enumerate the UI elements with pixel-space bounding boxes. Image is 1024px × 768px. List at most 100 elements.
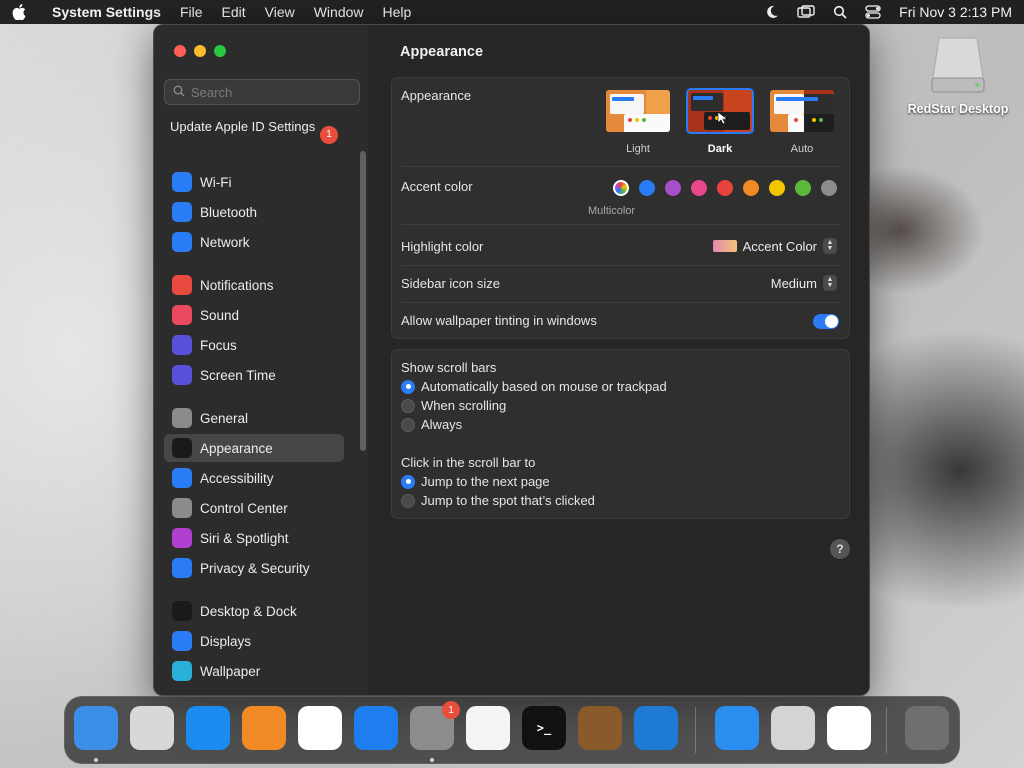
radio-label: Jump to the next page <box>421 474 550 489</box>
radio-button[interactable] <box>401 379 415 394</box>
garageband-icon[interactable] <box>578 706 622 750</box>
menu-app-name[interactable]: System Settings <box>52 4 161 20</box>
radio-scroll-always[interactable]: Always <box>401 417 462 432</box>
desktop-drive[interactable]: RedStar Desktop <box>900 34 1016 116</box>
accent-multicolor-swatch[interactable] <box>613 180 629 196</box>
safari-icon[interactable] <box>186 706 230 750</box>
wifi-icon <box>172 172 192 192</box>
appearance-icon <box>172 438 192 458</box>
chrome-icon[interactable] <box>298 706 342 750</box>
hand-icon <box>172 558 192 578</box>
photos-icon[interactable] <box>827 706 871 750</box>
sidebar-item-network[interactable]: Network <box>164 228 344 256</box>
finder-icon[interactable] <box>74 706 118 750</box>
minimize-button[interactable] <box>194 45 206 57</box>
search-input[interactable] <box>191 84 351 100</box>
sidebar-item-displays[interactable]: Displays <box>164 627 344 655</box>
gear-icon <box>172 408 192 428</box>
accent-color-swatch[interactable] <box>821 180 837 196</box>
accent-color-swatch[interactable] <box>769 180 785 196</box>
sidebar-item-screen-time[interactable]: Screen Time <box>164 361 344 389</box>
radio-label: Always <box>421 417 463 432</box>
sidebar-item-general[interactable]: General <box>164 404 344 432</box>
terminal-icon[interactable]: >_ <box>522 706 566 750</box>
sidebar-item-label: Accessibility <box>200 470 274 486</box>
highlight-color-value: Accent Color <box>742 238 817 254</box>
sidebar-item-sound[interactable]: Sound <box>164 301 344 329</box>
control-center-icon[interactable] <box>865 5 881 19</box>
dock-icon <box>172 601 192 621</box>
vscode-icon[interactable] <box>634 706 678 750</box>
menu-window[interactable]: Window <box>314 4 364 20</box>
sidebar-icon-size-label: Sidebar icon size <box>401 276 500 291</box>
trash-icon[interactable] <box>905 706 949 750</box>
sidebar-item-label: Sound <box>200 307 240 323</box>
appearance-option-dark[interactable]: Dark <box>684 88 756 155</box>
sidebar-scrollbar[interactable] <box>360 151 366 451</box>
close-button[interactable] <box>174 45 186 57</box>
highlight-color-label: Highlight color <box>401 239 484 254</box>
preview-icon[interactable] <box>771 706 815 750</box>
apple-id-update-label: Update Apple ID Settings <box>170 119 316 134</box>
accent-color-swatch[interactable] <box>639 180 655 196</box>
firefox-icon[interactable] <box>242 706 286 750</box>
textedit-icon[interactable] <box>466 706 510 750</box>
wallpaper-tinting-toggle[interactable] <box>813 314 839 329</box>
sidebar-item-siri-spotlight[interactable]: Siri & Spotlight <box>164 524 344 552</box>
accent-color-picker <box>613 180 837 196</box>
divider <box>401 302 840 303</box>
sidebar-item-bluetooth[interactable]: Bluetooth <box>164 198 344 226</box>
sidebar-item-desktop-dock[interactable]: Desktop & Dock <box>164 597 344 625</box>
menu-file[interactable]: File <box>180 4 203 20</box>
accent-color-swatch[interactable] <box>665 180 681 196</box>
dark-mode-thumbnail <box>686 88 754 134</box>
screen-mirroring-icon[interactable] <box>797 5 815 19</box>
sidebar-item-focus[interactable]: Focus <box>164 331 344 359</box>
menubar-clock[interactable]: Fri Nov 3 2:13 PM <box>899 4 1012 20</box>
zoom-button[interactable] <box>214 45 226 57</box>
spotlight-search-icon[interactable] <box>833 5 847 19</box>
radio-button[interactable] <box>401 398 415 413</box>
radio-jump-next-page[interactable]: Jump to the next page <box>401 474 550 489</box>
menu-bar: System Settings File Edit View Window He… <box>0 0 1024 24</box>
radio-button[interactable] <box>401 474 415 489</box>
menu-view[interactable]: View <box>265 4 295 20</box>
apple-id-update-item[interactable]: Update Apple ID Settings 1 <box>170 119 340 144</box>
system-settings-window: Update Apple ID Settings 1 Wi-Fi Bluetoot… <box>153 24 870 696</box>
divider <box>401 166 840 167</box>
sidebar-item-accessibility[interactable]: Accessibility <box>164 464 344 492</box>
menu-edit[interactable]: Edit <box>222 4 246 20</box>
bluetooth-icon <box>172 202 192 222</box>
appearance-option-light[interactable]: Light <box>602 88 674 155</box>
accent-color-swatch[interactable] <box>691 180 707 196</box>
sidebar-item-wi-fi[interactable]: Wi-Fi <box>164 168 344 196</box>
sidebar-icon-size-popup[interactable]: Medium ▲ ▼ <box>771 275 837 291</box>
apple-menu-icon[interactable] <box>12 4 40 20</box>
menu-help[interactable]: Help <box>383 4 412 20</box>
radio-button[interactable] <box>401 417 415 432</box>
keynote-icon[interactable] <box>715 706 759 750</box>
focus-moon-icon[interactable] <box>765 5 779 19</box>
auto-mode-thumbnail <box>768 88 836 134</box>
divider <box>401 265 840 266</box>
sun-icon <box>172 631 192 651</box>
sidebar-item-privacy-security[interactable]: Privacy & Security <box>164 554 344 582</box>
radio-jump-to-spot[interactable]: Jump to the spot that’s clicked <box>401 493 595 508</box>
highlight-color-popup[interactable]: Accent Color ▲ ▼ <box>712 238 837 254</box>
launchpad-icon[interactable] <box>130 706 174 750</box>
sidebar-item-notifications[interactable]: Notifications <box>164 271 344 299</box>
search-field[interactable] <box>164 79 360 105</box>
app-store-icon[interactable] <box>354 706 398 750</box>
help-button[interactable]: ? <box>830 539 850 559</box>
radio-scroll-when-scrolling[interactable]: When scrolling <box>401 398 506 413</box>
radio-button[interactable] <box>401 493 415 508</box>
appearance-option-auto[interactable]: Auto <box>766 88 838 155</box>
radio-scroll-automatic[interactable]: Automatically based on mouse or trackpad <box>401 379 667 394</box>
sidebar-item-appearance[interactable]: Appearance <box>164 434 344 462</box>
accent-color-swatch[interactable] <box>717 180 733 196</box>
show-scroll-bars-label: Show scroll bars <box>401 360 497 375</box>
sidebar-item-control-center[interactable]: Control Center <box>164 494 344 522</box>
sidebar-item-wallpaper[interactable]: Wallpaper <box>164 657 344 685</box>
accent-color-swatch[interactable] <box>795 180 811 196</box>
accent-color-swatch[interactable] <box>743 180 759 196</box>
